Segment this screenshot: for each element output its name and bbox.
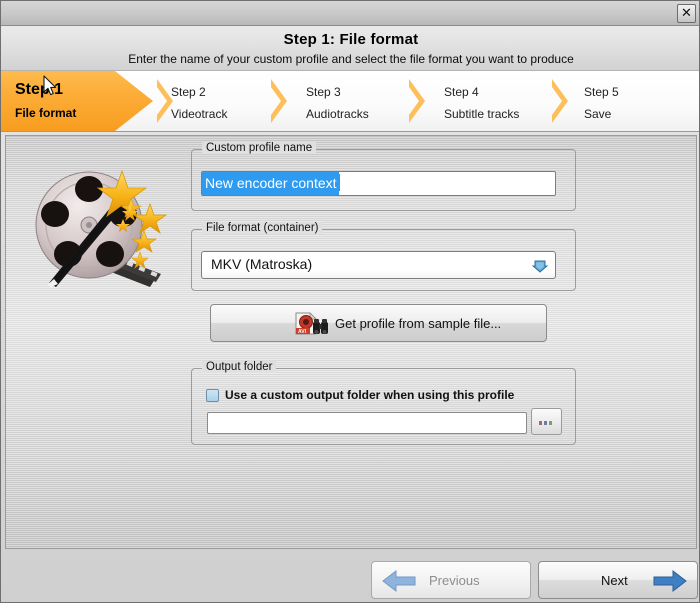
step-item-1[interactable]: Step 1 File format xyxy=(1,71,153,131)
next-button[interactable]: Next xyxy=(538,561,698,599)
wizard-window: ✕ Step 1: File format Enter the name of … xyxy=(0,0,700,603)
use-custom-output-folder-label: Use a custom output folder when using th… xyxy=(225,388,515,402)
output-folder-label: Output folder xyxy=(202,361,277,373)
checkbox-icon[interactable] xyxy=(206,389,219,402)
page-title: Step 1: File format xyxy=(283,31,419,48)
step-1-title: Step 1 xyxy=(15,81,64,98)
step-2-title: Step 2 xyxy=(171,85,206,99)
arrow-left-icon xyxy=(382,569,416,593)
browse-folder-button[interactable] xyxy=(531,408,562,435)
previous-button[interactable]: Previous xyxy=(371,561,531,599)
file-format-label: File format (container) xyxy=(202,222,323,234)
svg-text:AVI: AVI xyxy=(298,329,307,335)
arrow-right-icon xyxy=(653,569,687,593)
ellipsis-icon xyxy=(539,421,552,425)
step-5-subtitle: Save xyxy=(584,107,612,121)
chevron-right-icon-2 xyxy=(268,77,290,125)
footer-bar: Previous Next xyxy=(1,557,699,602)
profile-name-value: New encoder context xyxy=(202,172,339,195)
text-caret xyxy=(338,174,340,192)
next-label: Next xyxy=(601,573,628,588)
page-subtitle: Enter the name of your custom profile an… xyxy=(128,52,574,66)
film-reel-magic-wand-icon xyxy=(27,159,177,287)
close-icon[interactable]: ✕ xyxy=(677,4,696,23)
output-folder-path-input[interactable] xyxy=(207,412,527,434)
previous-label: Previous xyxy=(429,573,480,588)
get-profile-from-sample-file-button[interactable]: AVI Get profile from sample file... xyxy=(210,304,547,342)
video-file-binoculars-icon: AVI xyxy=(294,312,332,336)
step-item-5[interactable]: Step 5 Save xyxy=(584,71,694,131)
custom-profile-name-label: Custom profile name xyxy=(202,142,317,154)
step-breadcrumb: Step 1 File format Step 2 Videotrack Ste… xyxy=(1,70,699,132)
step-3-subtitle: Audiotracks xyxy=(306,107,369,121)
step-4-subtitle: Subtitle tracks xyxy=(444,107,520,121)
profile-name-input[interactable]: New encoder context xyxy=(201,171,556,196)
step-2-subtitle: Videotrack xyxy=(171,107,228,121)
chevron-down-icon xyxy=(531,258,549,274)
file-format-value: MKV (Matroska) xyxy=(211,256,313,272)
chevron-right-icon-3 xyxy=(406,77,428,125)
step-1-subtitle: File format xyxy=(15,106,77,120)
header-band: Step 1: File format Enter the name of yo… xyxy=(1,27,699,70)
get-profile-from-sample-file-label: Get profile from sample file... xyxy=(335,316,502,331)
step-3-title: Step 3 xyxy=(306,85,341,99)
file-format-select[interactable]: MKV (Matroska) xyxy=(201,251,556,279)
step-4-title: Step 4 xyxy=(444,85,479,99)
chevron-right-icon-4 xyxy=(549,77,571,125)
step-5-title: Step 5 xyxy=(584,85,619,99)
step-1-highlight xyxy=(1,71,153,131)
title-bar: ✕ xyxy=(1,1,699,26)
